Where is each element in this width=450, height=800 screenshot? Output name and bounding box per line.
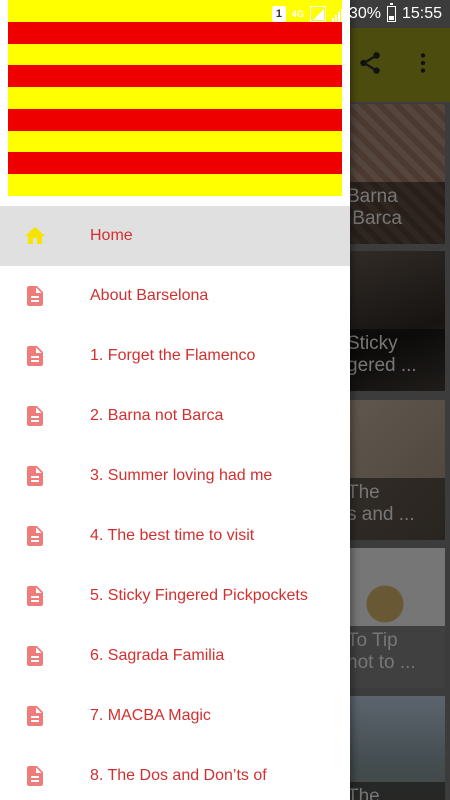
wifi-signal-icon	[309, 6, 326, 22]
drawer-menu: Home About Barselona 1. Forget the Flame…	[0, 206, 350, 800]
document-icon	[27, 466, 43, 486]
document-icon	[27, 706, 43, 726]
menu-item-label: 6. Sagrada Familia	[90, 647, 225, 664]
clock: 15:55	[401, 5, 442, 22]
menu-item-label: Home	[90, 227, 133, 244]
battery-icon	[386, 3, 396, 22]
network-type: 4G	[291, 8, 304, 19]
menu-item-forget-the-flamenco[interactable]: 1. Forget the Flamenco	[0, 326, 350, 386]
navigation-drawer: Home About Barselona 1. Forget the Flame…	[0, 0, 350, 800]
menu-item-sticky-fingered-pickpockets[interactable]: 5. Sticky Fingered Pickpockets	[0, 566, 350, 626]
menu-item-about-barselona[interactable]: About Barselona	[0, 266, 350, 326]
menu-item-label: About Barselona	[90, 287, 209, 304]
document-icon	[27, 526, 43, 546]
document-icon	[27, 286, 43, 306]
menu-item-macba-magic[interactable]: 7. MACBA Magic	[0, 686, 350, 746]
catalan-flag-image	[8, 0, 342, 196]
menu-item-label: 3. Summer loving had me	[90, 467, 273, 484]
menu-item-label: 5. Sticky Fingered Pickpockets	[90, 587, 308, 604]
battery-percent: 30%	[348, 5, 381, 22]
drawer-header	[0, 0, 350, 206]
home-icon	[25, 227, 45, 244]
document-icon	[27, 646, 43, 666]
menu-item-label: 2. Barna not Barca	[90, 407, 224, 424]
menu-item-sagrada-familia[interactable]: 6. Sagrada Familia	[0, 626, 350, 686]
status-bar: 1 4G 30% 15:55	[0, 0, 450, 28]
cell-signal-icon	[331, 6, 343, 22]
menu-item-label: 8. The Dos and Don’ts of	[90, 767, 267, 784]
sim-icon: 1	[271, 6, 286, 22]
menu-item-home[interactable]: Home	[0, 206, 350, 266]
document-icon	[27, 346, 43, 366]
menu-item-label: 4. The best time to visit	[90, 527, 255, 544]
menu-item-barna-not-barca[interactable]: 2. Barna not Barca	[0, 386, 350, 446]
document-icon	[27, 406, 43, 426]
menu-item-best-time-to-visit[interactable]: 4. The best time to visit	[0, 506, 350, 566]
document-icon	[27, 766, 43, 786]
menu-item-summer-loving[interactable]: 3. Summer loving had me	[0, 446, 350, 506]
menu-item-label: 1. Forget the Flamenco	[90, 347, 256, 364]
document-icon	[27, 586, 43, 606]
menu-item-label: 7. MACBA Magic	[90, 707, 211, 724]
menu-item-dos-and-donts[interactable]: 8. The Dos and Don’ts of	[0, 746, 350, 800]
